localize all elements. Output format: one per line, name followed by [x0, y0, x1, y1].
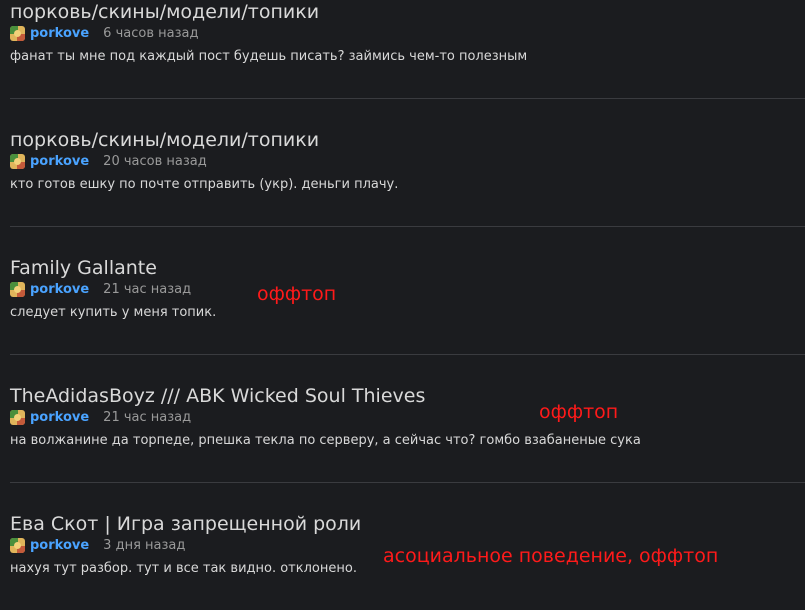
post-body: фанат ты мне под каждый пост будешь писа… [10, 49, 528, 64]
author-link[interactable]: porkove [30, 410, 89, 425]
post-title[interactable]: порковь/скины/модели/топики [10, 1, 319, 23]
post-time: 20 часов назад [103, 153, 207, 169]
divider [10, 354, 805, 355]
post-meta: porkove 20 часов назад [10, 152, 207, 170]
post-item: TheAdidasBoyz /// ABK Wicked Soul Thieve… [10, 375, 805, 503]
author-link[interactable]: porkove [30, 282, 89, 297]
divider [10, 98, 805, 99]
avatar[interactable] [10, 537, 25, 553]
post-meta: porkove 6 часов назад [10, 24, 198, 42]
post-item: порковь/скины/модели/топики porkove 6 ча… [10, 0, 805, 119]
post-time: 21 час назад [103, 409, 192, 425]
post-time: 6 часов назад [103, 25, 199, 41]
author-link[interactable]: porkove [30, 154, 89, 169]
post-item: порковь/скины/модели/топики porkove 20 ч… [10, 119, 805, 247]
author-link[interactable]: porkove [30, 538, 89, 553]
post-title[interactable]: Family Gallante [10, 257, 157, 279]
post-body: следует купить у меня топик. [10, 305, 217, 320]
post-meta: porkove 3 дня назад [10, 536, 185, 554]
avatar[interactable] [10, 25, 25, 41]
post-body: нахуя тут разбор. тут и все так видно. о… [10, 561, 357, 576]
post-title[interactable]: порковь/скины/модели/топики [10, 129, 319, 151]
annotation-offtopic: оффтоп [539, 401, 619, 423]
post-meta: porkove 21 час назад [10, 280, 191, 298]
post-item: Family Gallante porkove 21 час назад сле… [10, 247, 805, 375]
annotation-offtopic: оффтоп [257, 283, 337, 305]
avatar[interactable] [10, 153, 25, 169]
post-title[interactable]: Ева Скот | Игра запрещенной роли [10, 513, 361, 535]
divider [10, 482, 805, 483]
post-time: 21 час назад [103, 281, 192, 297]
post-title[interactable]: TheAdidasBoyz /// ABK Wicked Soul Thieve… [10, 385, 425, 407]
avatar[interactable] [10, 281, 25, 297]
post-body: на волжанине да торпеде, рпешка текла по… [10, 433, 641, 448]
post-feed: порковь/скины/модели/топики porkove 6 ча… [10, 0, 805, 610]
annotation-asocial-offtopic: асоциальное поведение, оффтоп [383, 545, 719, 567]
avatar[interactable] [10, 409, 25, 425]
author-link[interactable]: porkove [30, 26, 89, 41]
post-meta: porkove 21 час назад [10, 408, 191, 426]
post-time: 3 дня назад [103, 537, 186, 553]
divider [10, 226, 805, 227]
post-body: кто готов ешку по почте отправить (укр).… [10, 177, 399, 192]
